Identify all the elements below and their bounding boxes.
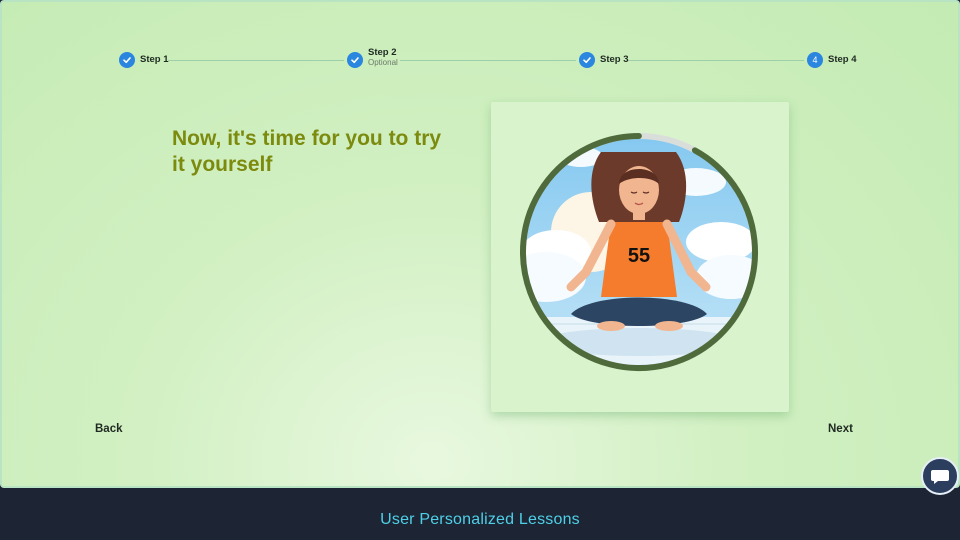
check-icon: [347, 52, 363, 68]
step-label: Step 4: [828, 54, 857, 65]
footer-title: User Personalized Lessons: [380, 510, 580, 528]
timer-countdown: 55: [628, 245, 650, 267]
chat-button[interactable]: [921, 457, 959, 495]
step-number: 4: [807, 52, 823, 68]
footer-bar: User Personalized Lessons: [0, 499, 960, 540]
back-button[interactable]: Back: [95, 423, 123, 435]
step-3[interactable]: Step 3: [579, 52, 629, 68]
check-icon: [579, 52, 595, 68]
step-1[interactable]: Step 1: [119, 52, 169, 68]
meditation-illustration: 55: [520, 133, 758, 371]
step-connector: [628, 60, 804, 61]
stepper: Step 1 Step 2 Optional Step 3 4 Step 4: [2, 2, 960, 82]
lesson-panel: Step 1 Step 2 Optional Step 3 4 Step 4 N…: [0, 0, 960, 488]
lesson-headline: Now, it's time for you to try it yoursel…: [172, 127, 442, 176]
step-connector: [400, 60, 576, 61]
check-icon: [119, 52, 135, 68]
chat-bubble-icon: [931, 470, 949, 484]
step-label: Step 1: [140, 54, 169, 65]
step-label: Step 3: [600, 54, 629, 65]
next-button[interactable]: Next: [828, 423, 853, 435]
illustration-card: 55: [491, 102, 789, 412]
step-connector: [168, 60, 344, 61]
step-optional-caption: Optional: [368, 58, 398, 67]
step-4[interactable]: 4 Step 4: [807, 52, 857, 68]
step-2[interactable]: Step 2 Optional: [347, 47, 398, 68]
